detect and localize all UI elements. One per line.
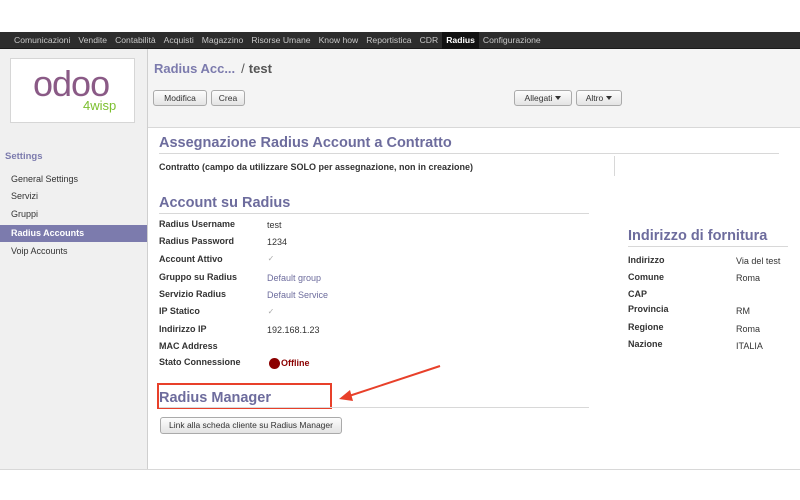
country-label: Nazione [628,339,663,349]
top-menu: Comunicazioni Vendite Contabilità Acquis… [10,32,545,49]
logo-subbrand: 4wisp [83,98,117,113]
more-dropdown[interactable]: Altro [576,90,622,106]
radius-service-link[interactable]: Default Service [267,290,328,300]
username-value: test [267,220,282,230]
breadcrumb-current: test [248,61,272,76]
radius-manager-link-button[interactable]: Link alla scheda cliente su Radius Manag… [160,417,342,434]
country-value: ITALIA [736,341,763,351]
static-ip-checkbox: ✓ [267,307,275,316]
company-logo[interactable]: odoo 4wisp [10,58,135,123]
sidebar: odoo 4wisp Settings General Settings Ser… [0,49,148,469]
edit-button[interactable]: Modifica [153,90,207,106]
sidebar-item-radius-accounts[interactable]: Radius Accounts [0,225,147,242]
city-label: Comune [628,272,664,282]
account-active-label: Account Attivo [159,254,223,264]
breadcrumb-parent-link[interactable]: Radius Acc... [154,61,235,76]
connection-status-value: Offline [281,358,310,368]
address-value: Via del test [736,256,781,266]
top-menu-item-magazzino[interactable]: Magazzino [198,32,248,49]
divider [628,246,788,247]
radius-group-link[interactable]: Default group [267,273,321,283]
offline-status-icon [269,358,280,369]
sidebar-item-gruppi[interactable]: Gruppi [0,206,147,223]
ip-address-label: Indirizzo IP [159,324,207,334]
top-menu-item-risorse-umane[interactable]: Risorse Umane [247,32,314,49]
address-label: Indirizzo [628,255,665,265]
zip-label: CAP [628,289,648,299]
sidebar-item-voip-accounts[interactable]: Voip Accounts [0,243,147,260]
contract-label: Contratto (campo da utilizzare SOLO per … [159,162,474,172]
top-menu-bar: Comunicazioni Vendite Contabilità Acquis… [0,32,800,49]
region-label: Regione [628,322,664,332]
top-menu-item-acquisti[interactable]: Acquisti [160,32,198,49]
attachments-dropdown[interactable]: Allegati [514,90,572,106]
city-value: Roma [736,273,761,283]
top-menu-item-comunicazioni[interactable]: Comunicazioni [10,32,74,49]
form-sheet: Assegnazione Radius Account a Contratto … [148,128,800,469]
radius-manager-section-title: Radius Manager [159,390,271,406]
top-menu-item-cdr[interactable]: CDR [416,32,443,49]
top-menu-item-know-how[interactable]: Know how [315,32,363,49]
form-header: Radius Acc... / test Modifica Crea Allegat… [148,49,800,128]
breadcrumb-separator: / [241,61,245,76]
app-frame: Comunicazioni Vendite Contabilità Acquis… [0,32,800,470]
mac-address-label: MAC Address [159,341,218,351]
username-label: Radius Username [159,219,236,229]
static-ip-label: IP Statico [159,306,200,316]
top-menu-item-radius[interactable]: Radius [442,32,479,49]
divider [159,213,589,214]
sidebar-item-general-settings[interactable]: General Settings [0,171,147,188]
attachments-label: Allegati [524,93,553,103]
province-label: Provincia [628,304,669,314]
password-label: Radius Password [159,236,235,246]
top-menu-item-vendite[interactable]: Vendite [74,32,111,49]
divider [159,407,589,408]
radius-group-label: Gruppo su Radius [159,272,238,282]
chevron-down-icon [606,96,613,100]
top-menu-item-contabilita[interactable]: Contabilità [111,32,160,49]
more-label: Altro [585,93,604,103]
assignment-section-title: Assegnazione Radius Account a Contratto [159,135,452,151]
create-button[interactable]: Crea [211,90,245,106]
top-menu-item-configurazione[interactable]: Configurazione [479,32,545,49]
account-section-title: Account su Radius [159,195,291,211]
connection-status-label: Stato Connessione [159,357,241,367]
sidebar-item-servizi[interactable]: Servizi [0,188,147,205]
region-value: Roma [736,324,761,334]
password-value: 1234 [267,237,288,247]
radius-service-label: Servizio Radius [159,289,227,299]
divider [159,153,779,154]
account-active-checkbox: ✓ [267,254,275,263]
sidebar-heading: Settings [5,151,43,162]
supply-address-section-title: Indirizzo di fornitura [628,228,768,244]
divider [614,156,615,176]
province-value: RM [736,306,750,316]
chevron-down-icon [555,96,562,100]
top-menu-item-reportistica[interactable]: Reportistica [362,32,415,49]
annotation-arrow-icon [339,365,441,401]
ip-address-value: 192.168.1.23 [267,325,320,335]
breadcrumb: Radius Acc... / test [154,61,272,76]
